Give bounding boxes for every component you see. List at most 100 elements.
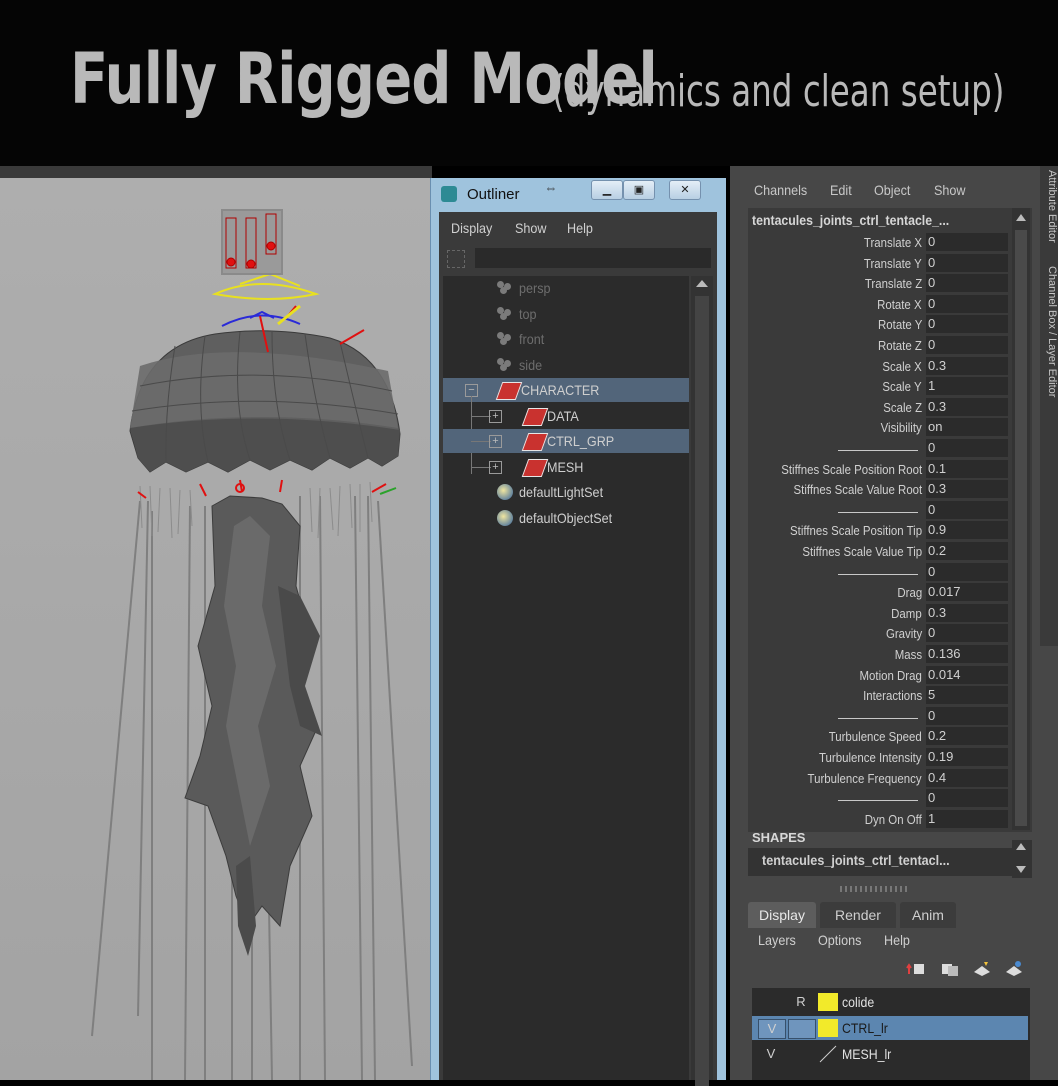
- tab-anim[interactable]: Anim: [900, 902, 956, 928]
- outliner-item-data[interactable]: + DATA: [443, 404, 689, 428]
- scroll-thumb[interactable]: [695, 296, 709, 1086]
- attribute-row[interactable]: Turbulence Intensity 0.19: [748, 747, 1010, 768]
- tab-channel-box-layer-editor[interactable]: Channel Box / Layer Editor: [1040, 266, 1058, 397]
- outliner-item-defaultobjectset[interactable]: defaultObjectSet: [443, 506, 689, 530]
- attribute-row[interactable]: Rotate X0: [748, 294, 1010, 315]
- menu-display[interactable]: Display: [451, 220, 492, 236]
- attribute-value-field[interactable]: 0.017: [926, 583, 1008, 602]
- attribute-value-field[interactable]: 0.1: [926, 459, 1008, 478]
- layer-color-swatch[interactable]: [818, 993, 838, 1011]
- attribute-row[interactable]: Mass 0.136: [748, 644, 1010, 665]
- new-empty-layer-icon[interactable]: [972, 960, 992, 978]
- move-layer-up-icon[interactable]: [906, 960, 926, 978]
- outliner-list[interactable]: persp top front side − CHARACTER + DATA …: [443, 276, 689, 1080]
- attribute-row[interactable]: Translate Z0: [748, 273, 1010, 294]
- attribute-value-field[interactable]: 0.3: [926, 397, 1008, 416]
- layer-display-type-toggle[interactable]: [788, 1045, 814, 1063]
- layer-row-mesh-lr[interactable]: V MESH_lr: [752, 1042, 1028, 1066]
- tab-attribute-editor[interactable]: Attribute Editor: [1040, 170, 1058, 243]
- outliner-title-bar[interactable]: Outliner ⇔ ▁ ▣ ✕: [431, 178, 726, 212]
- outliner-item-side[interactable]: side: [443, 353, 689, 377]
- outliner-window[interactable]: Outliner ⇔ ▁ ▣ ✕ Display Show Help persp…: [430, 178, 726, 1086]
- outliner-item-mesh[interactable]: + MESH: [443, 455, 689, 479]
- attribute-value-field[interactable]: 0: [926, 253, 1008, 272]
- attribute-row[interactable]: Turbulence Frequency 0.4: [748, 768, 1010, 789]
- outliner-search-input[interactable]: [475, 248, 711, 268]
- attribute-row[interactable]: Dyn On Off 1: [748, 809, 1010, 830]
- tab-display[interactable]: Display: [748, 902, 816, 928]
- expand-icon[interactable]: +: [489, 409, 502, 423]
- outliner-item-front[interactable]: front: [443, 327, 689, 351]
- attribute-separator-row[interactable]: 0: [748, 438, 1010, 459]
- menu-show[interactable]: Show: [515, 220, 547, 236]
- attribute-separator-row[interactable]: 0: [748, 706, 1010, 727]
- attribute-row[interactable]: Rotate Z 0: [748, 335, 1010, 356]
- attribute-row[interactable]: Translate Y0: [748, 253, 1010, 274]
- attribute-value-field[interactable]: 0.136: [926, 645, 1008, 663]
- attribute-value-field[interactable]: 0.2: [926, 542, 1008, 560]
- node-name[interactable]: tentacules_joints_ctrl_tentacle_...: [752, 212, 949, 228]
- attribute-row[interactable]: Drag 0.017: [748, 582, 1010, 603]
- attribute-value-field[interactable]: 0.4: [926, 768, 1008, 787]
- attribute-row[interactable]: Translate X 0: [748, 232, 1010, 253]
- outliner-item-character[interactable]: − CHARACTER: [443, 378, 689, 402]
- attribute-value-field[interactable]: on: [926, 418, 1008, 437]
- layer-list[interactable]: R colide V CTRL_lr V MESH_lr: [752, 988, 1030, 1080]
- menu-object[interactable]: Object: [874, 182, 910, 198]
- attribute-separator-row[interactable]: 0: [748, 500, 1010, 521]
- new-layer-from-selection-icon[interactable]: [1004, 960, 1024, 978]
- scroll-thumb[interactable]: [1015, 230, 1027, 826]
- menu-layers[interactable]: Layers: [758, 932, 796, 948]
- move-layer-down-icon[interactable]: [940, 960, 960, 978]
- layer-visibility-toggle[interactable]: [758, 993, 784, 1011]
- attribute-value-field[interactable]: 0: [926, 315, 1008, 334]
- channel-box-scrollbar[interactable]: [1012, 208, 1030, 830]
- menu-help[interactable]: Help: [567, 220, 593, 236]
- attribute-row[interactable]: Visibility on: [748, 417, 1010, 438]
- attribute-value-field[interactable]: 0: [926, 233, 1008, 251]
- attribute-value-field[interactable]: 0: [926, 624, 1008, 643]
- layer-color-swatch[interactable]: [818, 1045, 838, 1063]
- menu-channels[interactable]: Channels: [754, 182, 807, 198]
- layer-visibility-toggle[interactable]: V: [758, 1045, 784, 1063]
- layer-row-colide[interactable]: R colide: [752, 990, 1028, 1014]
- attribute-value-field[interactable]: 0.3: [926, 480, 1008, 499]
- attribute-row[interactable]: Scale Y1: [748, 376, 1010, 397]
- attribute-value-field[interactable]: 0: [926, 562, 1008, 581]
- attribute-row[interactable]: Rotate Y0: [748, 314, 1010, 335]
- attribute-row[interactable]: Stiffnes Scale Value Tip 0.2: [748, 541, 1010, 562]
- attribute-row[interactable]: Stiffnes Scale Value Root 0.3: [748, 479, 1010, 500]
- attribute-value-field[interactable]: 0.2: [926, 727, 1008, 746]
- attribute-row[interactable]: Motion Drag 0.014: [748, 665, 1010, 686]
- attribute-value-field[interactable]: 0.9: [926, 521, 1008, 540]
- attribute-row[interactable]: Stiffnes Scale Position Root 0.1: [748, 459, 1010, 480]
- viewport-3d[interactable]: [0, 166, 432, 1080]
- attribute-row[interactable]: Interactions 5: [748, 685, 1010, 706]
- attribute-row[interactable]: Scale X 0.3: [748, 356, 1010, 377]
- menu-help[interactable]: Help: [884, 932, 910, 948]
- layer-row-ctrl-lr[interactable]: V CTRL_lr: [752, 1016, 1028, 1040]
- attribute-value-field[interactable]: 0: [926, 274, 1008, 293]
- outliner-scrollbar[interactable]: [691, 276, 713, 1086]
- expand-icon[interactable]: +: [489, 460, 502, 474]
- attribute-value-field[interactable]: 1: [926, 809, 1008, 828]
- scroll-up-icon[interactable]: [1016, 843, 1026, 850]
- shape-node-name[interactable]: tentacules_joints_ctrl_tentacl...: [748, 848, 1012, 876]
- jellyfish-model[interactable]: [0, 166, 432, 1080]
- attribute-value-field[interactable]: 0: [926, 294, 1008, 313]
- menu-edit[interactable]: Edit: [830, 182, 852, 198]
- attribute-value-field[interactable]: 0.19: [926, 748, 1008, 766]
- scroll-up-icon[interactable]: [1016, 214, 1026, 221]
- attribute-separator-row[interactable]: 0: [748, 788, 1010, 809]
- attribute-value-field[interactable]: 0: [926, 789, 1008, 808]
- attribute-row[interactable]: Turbulence Speed 0.2: [748, 726, 1010, 747]
- attribute-value-field[interactable]: 0: [926, 439, 1008, 457]
- close-button[interactable]: ✕: [669, 180, 701, 200]
- layer-visibility-toggle[interactable]: V: [758, 1019, 786, 1039]
- channel-box[interactable]: tentacules_joints_ctrl_tentacle_... Tran…: [748, 208, 1032, 832]
- attribute-value-field[interactable]: 0: [926, 706, 1008, 725]
- attribute-value-field[interactable]: 0: [926, 500, 1008, 519]
- attribute-value-field[interactable]: 0.3: [926, 603, 1008, 622]
- attribute-value-field[interactable]: 0: [926, 336, 1008, 354]
- attribute-row[interactable]: Gravity 0: [748, 623, 1010, 644]
